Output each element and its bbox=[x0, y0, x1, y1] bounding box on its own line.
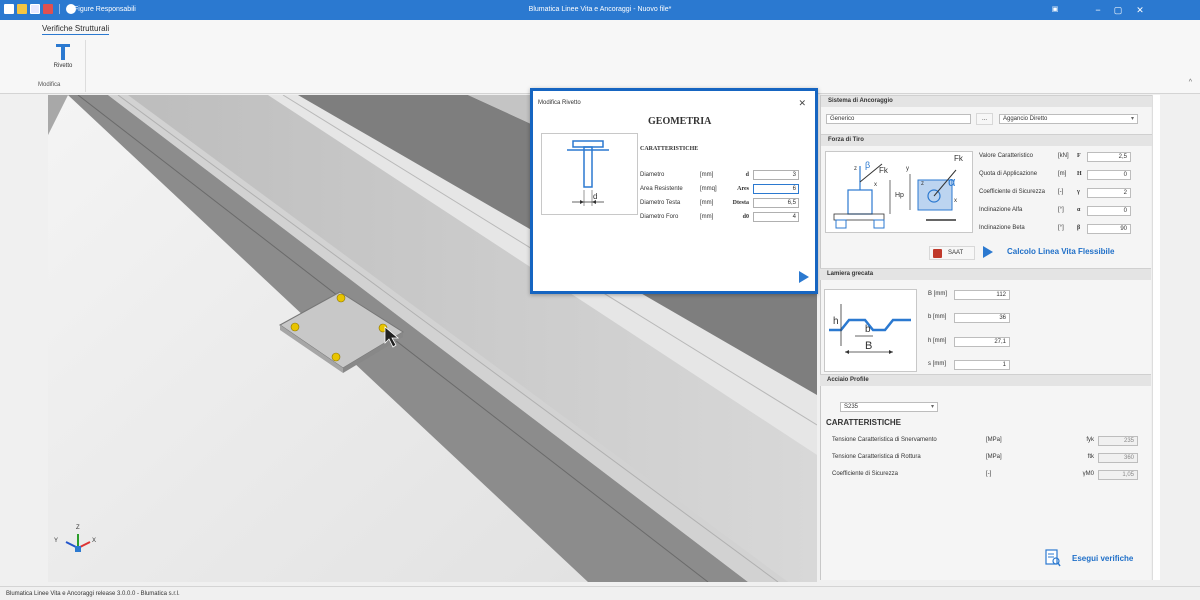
axis-z-label: Z bbox=[76, 525, 80, 531]
force-x-label: x bbox=[874, 182, 877, 188]
force-z2-label: z bbox=[921, 181, 924, 187]
rivet-diagram: d bbox=[541, 133, 638, 215]
status-bar: Blumatica Linee Vita e Ancoraggi release… bbox=[0, 586, 1200, 600]
diametro-input[interactable]: 3 bbox=[753, 170, 799, 180]
deck-B-label: B bbox=[865, 340, 873, 352]
ancoraggio-mode-select[interactable]: Aggancio Diretto ▾ bbox=[999, 114, 1138, 124]
force-x2-label: x bbox=[954, 198, 957, 204]
area-resistente-input[interactable]: 6 bbox=[753, 184, 799, 194]
group-separator bbox=[85, 40, 86, 92]
dialog-close-button[interactable]: ✕ bbox=[798, 98, 806, 109]
force-y-label: y bbox=[906, 166, 909, 172]
ftk-field: 360 bbox=[1098, 453, 1138, 463]
forza-row-name: Valore Caratteristico bbox=[979, 153, 1033, 159]
ancoraggio-browse-button[interactable]: ... bbox=[976, 113, 993, 125]
rivet-icon bbox=[56, 44, 70, 60]
force-fk2-label: Fk bbox=[954, 154, 963, 163]
fyk-field: 235 bbox=[1098, 436, 1138, 446]
rivetto-button[interactable]: Rivetto bbox=[48, 42, 78, 76]
forza-row-name: Quota di Applicazione bbox=[979, 171, 1038, 177]
deck-b-label: b bbox=[865, 324, 871, 335]
inclinazione-alfa-input[interactable]: 0 bbox=[1087, 206, 1131, 216]
acciaio-caratteristiche-heading: CARATTERISTICHE bbox=[826, 418, 901, 427]
material-select[interactable]: S235 ▾ bbox=[840, 402, 938, 412]
inclinazione-beta-input[interactable]: 90 bbox=[1087, 224, 1131, 234]
saat-icon bbox=[933, 249, 942, 258]
param-row-area-resistente: Area Resistente [mmq] Ares 6 bbox=[640, 184, 799, 194]
rivet-marker[interactable] bbox=[336, 293, 346, 303]
close-window-button[interactable]: ✕ bbox=[1132, 3, 1148, 17]
acciaio-profile-header: Acciaio Profile bbox=[820, 374, 1151, 386]
ribbon-group-label: Modifica bbox=[38, 82, 61, 88]
force-z-label: z bbox=[854, 166, 857, 172]
lamiera-section: Lamiera grecata h b B B [mm] 112 b [mm] … bbox=[820, 268, 1151, 378]
param-row-diametro-foro: Diametro Foro [mm] d0 4 bbox=[640, 212, 799, 222]
force-diagram: β Fk z x Hp Fk y α z x bbox=[825, 151, 973, 233]
force-alpha-label: α bbox=[948, 174, 956, 189]
forza-di-tiro-header: Forza di Tiro bbox=[821, 134, 1152, 146]
status-text: Blumatica Linee Vita e Ancoraggi release… bbox=[6, 591, 180, 597]
lamiera-B-input[interactable]: 112 bbox=[954, 290, 1010, 300]
lamiera-s-input[interactable]: 1 bbox=[954, 360, 1010, 370]
force-beta-label: β bbox=[865, 160, 871, 170]
diametro-foro-input[interactable]: 4 bbox=[753, 212, 799, 222]
ancoraggio-system-field[interactable]: Generico bbox=[826, 114, 971, 124]
deck-h-label: h bbox=[833, 316, 839, 327]
dialog-next-button[interactable] bbox=[799, 271, 809, 283]
verify-document-icon[interactable] bbox=[1045, 549, 1061, 567]
axis-triad-icon bbox=[65, 534, 91, 552]
coefficiente-sicurezza-input[interactable]: 2 bbox=[1087, 188, 1131, 198]
saat-label: SAAT bbox=[948, 250, 964, 256]
lamiera-diagram: h b B bbox=[824, 289, 917, 372]
geometria-heading: GEOMETRIA bbox=[648, 116, 712, 127]
esegui-verifiche-button[interactable]: Esegui verifiche bbox=[1072, 554, 1133, 563]
force-hp-label: Hp bbox=[895, 192, 904, 199]
tab-verifiche-strutturali[interactable]: Verifiche Strutturali bbox=[42, 24, 110, 35]
dialog-title: Modifica Rivetto bbox=[538, 100, 581, 106]
maximize-button[interactable]: ▢ bbox=[1110, 3, 1126, 17]
minimize-button[interactable]: − bbox=[1090, 3, 1106, 17]
diametro-testa-input[interactable]: 6,5 bbox=[753, 198, 799, 208]
ribbon: Verifiche Strutturali Rivetto Modifica ^ bbox=[0, 20, 1200, 94]
panel-scrollbar[interactable] bbox=[1152, 95, 1160, 580]
axis-indicator: Y Z X bbox=[54, 525, 98, 564]
valore-caratteristico-input[interactable]: 2,5 bbox=[1087, 152, 1131, 162]
axis-x-label: X bbox=[92, 538, 97, 544]
force-fk-label: Fk bbox=[879, 166, 888, 175]
window-title: Blumatica Linee Vita e Ancoraggi - Nuovo… bbox=[528, 6, 672, 13]
chevron-down-icon: ▾ bbox=[930, 404, 934, 410]
rivetto-button-label: Rivetto bbox=[53, 63, 73, 69]
calcolo-linea-vita-button[interactable]: Calcolo Linea Vita Flessibile bbox=[1007, 247, 1114, 256]
chevron-down-icon: ▾ bbox=[1130, 116, 1134, 122]
acciaio-section: Acciaio Profile S235 ▾ CARATTERISTICHE Te… bbox=[820, 374, 1151, 489]
restore-icon[interactable]: ▣ bbox=[1047, 3, 1063, 17]
axis-y-label: Y bbox=[54, 538, 59, 544]
rivet-marker[interactable] bbox=[290, 322, 300, 332]
forza-row-name: Inclinazione Beta bbox=[979, 225, 1025, 231]
param-row-diametro: Diametro [mm] d 3 bbox=[640, 170, 799, 180]
forza-row-name: Inclinazione Alfa bbox=[979, 207, 1023, 213]
play-icon bbox=[983, 246, 993, 258]
title-bar: Figure Responsabili Blumatica Linee Vita… bbox=[0, 0, 1200, 20]
sistema-ancoraggio-header: Sistema di Ancoraggio bbox=[821, 95, 1152, 107]
rivet-marker[interactable] bbox=[331, 352, 341, 362]
collapse-ribbon-icon[interactable]: ^ bbox=[1189, 79, 1192, 86]
lamiera-grecata-header: Lamiera grecata bbox=[820, 268, 1151, 280]
param-row-diametro-testa: Diametro Testa [mm] Dtesta 6,5 bbox=[640, 198, 799, 208]
saat-button[interactable]: SAAT bbox=[929, 246, 975, 260]
lamiera-h-input[interactable]: 27,1 bbox=[954, 337, 1010, 347]
gamma-m0-field: 1,05 bbox=[1098, 470, 1138, 480]
quota-applicazione-input[interactable]: 0 bbox=[1087, 170, 1131, 180]
rivet-section-icon bbox=[567, 140, 609, 206]
caratteristiche-heading: CARATTERISTICHE bbox=[640, 146, 699, 152]
lamiera-b-input[interactable]: 36 bbox=[954, 313, 1010, 323]
forza-row-name: Coefficiente di Sicurezza bbox=[979, 189, 1045, 195]
modifica-rivetto-dialog: Modifica Rivetto ✕ GEOMETRIA d CARATTERI… bbox=[530, 88, 818, 294]
diameter-label: d bbox=[593, 192, 598, 201]
